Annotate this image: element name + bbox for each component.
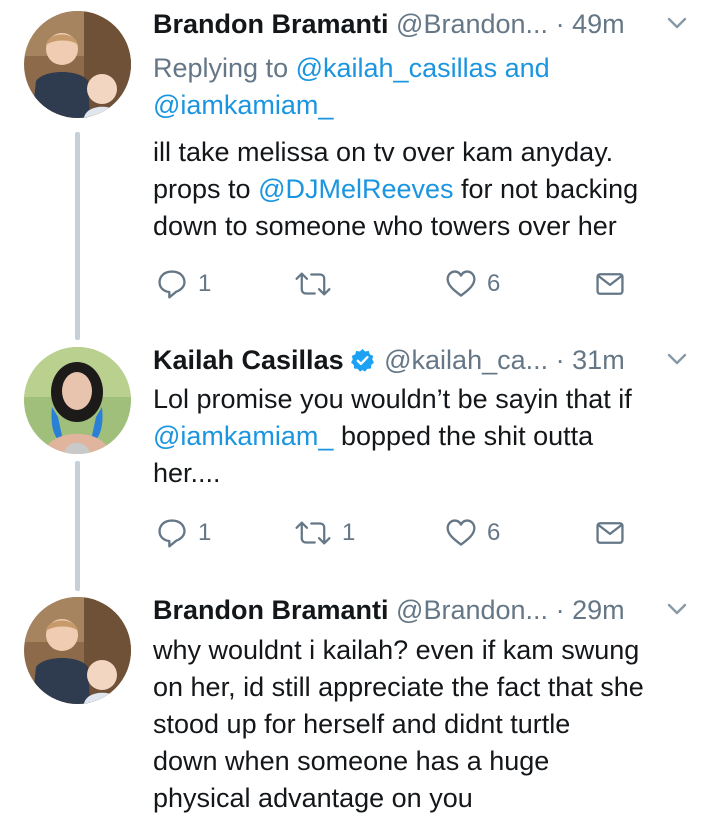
tweet-header: Brandon Bramanti @Brandon... · 49m bbox=[153, 4, 700, 46]
tweet-header: Brandon Bramanti @Brandon... · 29m bbox=[153, 590, 700, 632]
reply-icon bbox=[156, 268, 188, 300]
dm-icon bbox=[594, 268, 626, 300]
retweet-button[interactable] bbox=[294, 266, 342, 302]
like-icon bbox=[445, 517, 477, 549]
tweet-2[interactable]: Kailah Casillas @kailah_ca... · 31m Lol … bbox=[0, 340, 720, 565]
replying-to: Replying to @kailah_casillas and @iamkam… bbox=[153, 50, 550, 124]
user-handle[interactable]: @Brandon... bbox=[396, 9, 548, 39]
chevron-down-icon[interactable] bbox=[664, 10, 690, 36]
tweet-text: ill take melissa on tv over kam anyday. … bbox=[153, 134, 702, 245]
mention-link[interactable]: @iamkamiam_ bbox=[153, 421, 333, 451]
like-icon bbox=[445, 268, 477, 300]
mention-link[interactable]: @DJMelReeves bbox=[258, 174, 453, 204]
reply-icon bbox=[156, 517, 188, 549]
display-name[interactable]: Brandon Bramanti bbox=[153, 9, 389, 39]
timestamp[interactable]: 29m bbox=[572, 595, 625, 625]
replying-and[interactable]: and bbox=[497, 53, 550, 83]
retweet-button[interactable]: 1 bbox=[294, 515, 355, 551]
retweet-icon bbox=[294, 517, 332, 549]
display-name[interactable]: Brandon Bramanti bbox=[153, 595, 389, 625]
avatar[interactable] bbox=[24, 597, 131, 704]
like-button[interactable]: 6 bbox=[445, 266, 500, 302]
tweet-text: why wouldnt i kailah? even if kam swung … bbox=[153, 632, 702, 817]
text-line: ill take melissa on tv over kam anyday. bbox=[153, 137, 614, 167]
text-line: why wouldnt i kailah? even if kam swung bbox=[153, 635, 640, 665]
replying-prefix: Replying to bbox=[153, 53, 296, 83]
tweet-3[interactable]: Brandon Bramanti @Brandon... · 29m why w… bbox=[0, 590, 720, 832]
separator-dot: · bbox=[555, 595, 565, 625]
text-fragment: props to bbox=[153, 174, 259, 204]
reply-button[interactable]: 1 bbox=[156, 515, 211, 551]
display-name[interactable]: Kailah Casillas bbox=[153, 345, 344, 375]
separator-dot: · bbox=[555, 345, 565, 375]
user-handle[interactable]: @kailah_ca... bbox=[384, 345, 548, 375]
text-fragment: for not backing bbox=[453, 174, 639, 204]
dm-button[interactable] bbox=[594, 515, 626, 551]
mention-link[interactable]: @kailah_casillas bbox=[296, 53, 498, 83]
text-line: down to someone who towers over her bbox=[153, 211, 617, 241]
tweet-actions: 1 6 bbox=[153, 266, 693, 302]
reply-button[interactable]: 1 bbox=[156, 266, 211, 302]
timestamp[interactable]: 31m bbox=[572, 345, 625, 375]
mention-link[interactable]: @iamkamiam_ bbox=[153, 90, 333, 120]
retweet-icon bbox=[294, 268, 332, 300]
like-count: 6 bbox=[487, 519, 501, 546]
tweet-actions: 1 1 6 bbox=[153, 515, 693, 551]
chevron-down-icon[interactable] bbox=[664, 596, 690, 622]
text-line: Lol promise you wouldn’t be sayin that i… bbox=[153, 384, 632, 414]
chevron-down-icon[interactable] bbox=[664, 346, 690, 372]
text-line: stood up for herself and didnt turtle bbox=[153, 709, 571, 739]
text-line: her.... bbox=[153, 458, 221, 488]
timestamp[interactable]: 49m bbox=[572, 9, 625, 39]
reply-count: 1 bbox=[198, 270, 212, 297]
like-button[interactable]: 6 bbox=[445, 515, 500, 551]
text-line: on her, id still appreciate the fact tha… bbox=[153, 672, 644, 702]
text-fragment: bopped the shit outta bbox=[333, 421, 594, 451]
dm-button[interactable] bbox=[594, 266, 626, 302]
text-line: down when someone has a huge bbox=[153, 746, 550, 776]
reply-count: 1 bbox=[198, 519, 212, 546]
like-count: 6 bbox=[487, 270, 501, 297]
tweet-1[interactable]: Brandon Bramanti @Brandon... · 49m Reply… bbox=[0, 4, 720, 314]
separator-dot: · bbox=[555, 9, 565, 39]
tweet-text: Lol promise you wouldn’t be sayin that i… bbox=[153, 381, 702, 492]
retweet-count: 1 bbox=[342, 519, 356, 546]
user-handle[interactable]: @Brandon... bbox=[396, 595, 548, 625]
tweet-header: Kailah Casillas @kailah_ca... · 31m bbox=[153, 340, 700, 382]
dm-icon bbox=[594, 517, 626, 549]
avatar[interactable] bbox=[24, 347, 131, 454]
verified-icon bbox=[350, 348, 375, 373]
avatar[interactable] bbox=[24, 11, 131, 118]
text-line: physical advantage on you bbox=[153, 783, 473, 813]
